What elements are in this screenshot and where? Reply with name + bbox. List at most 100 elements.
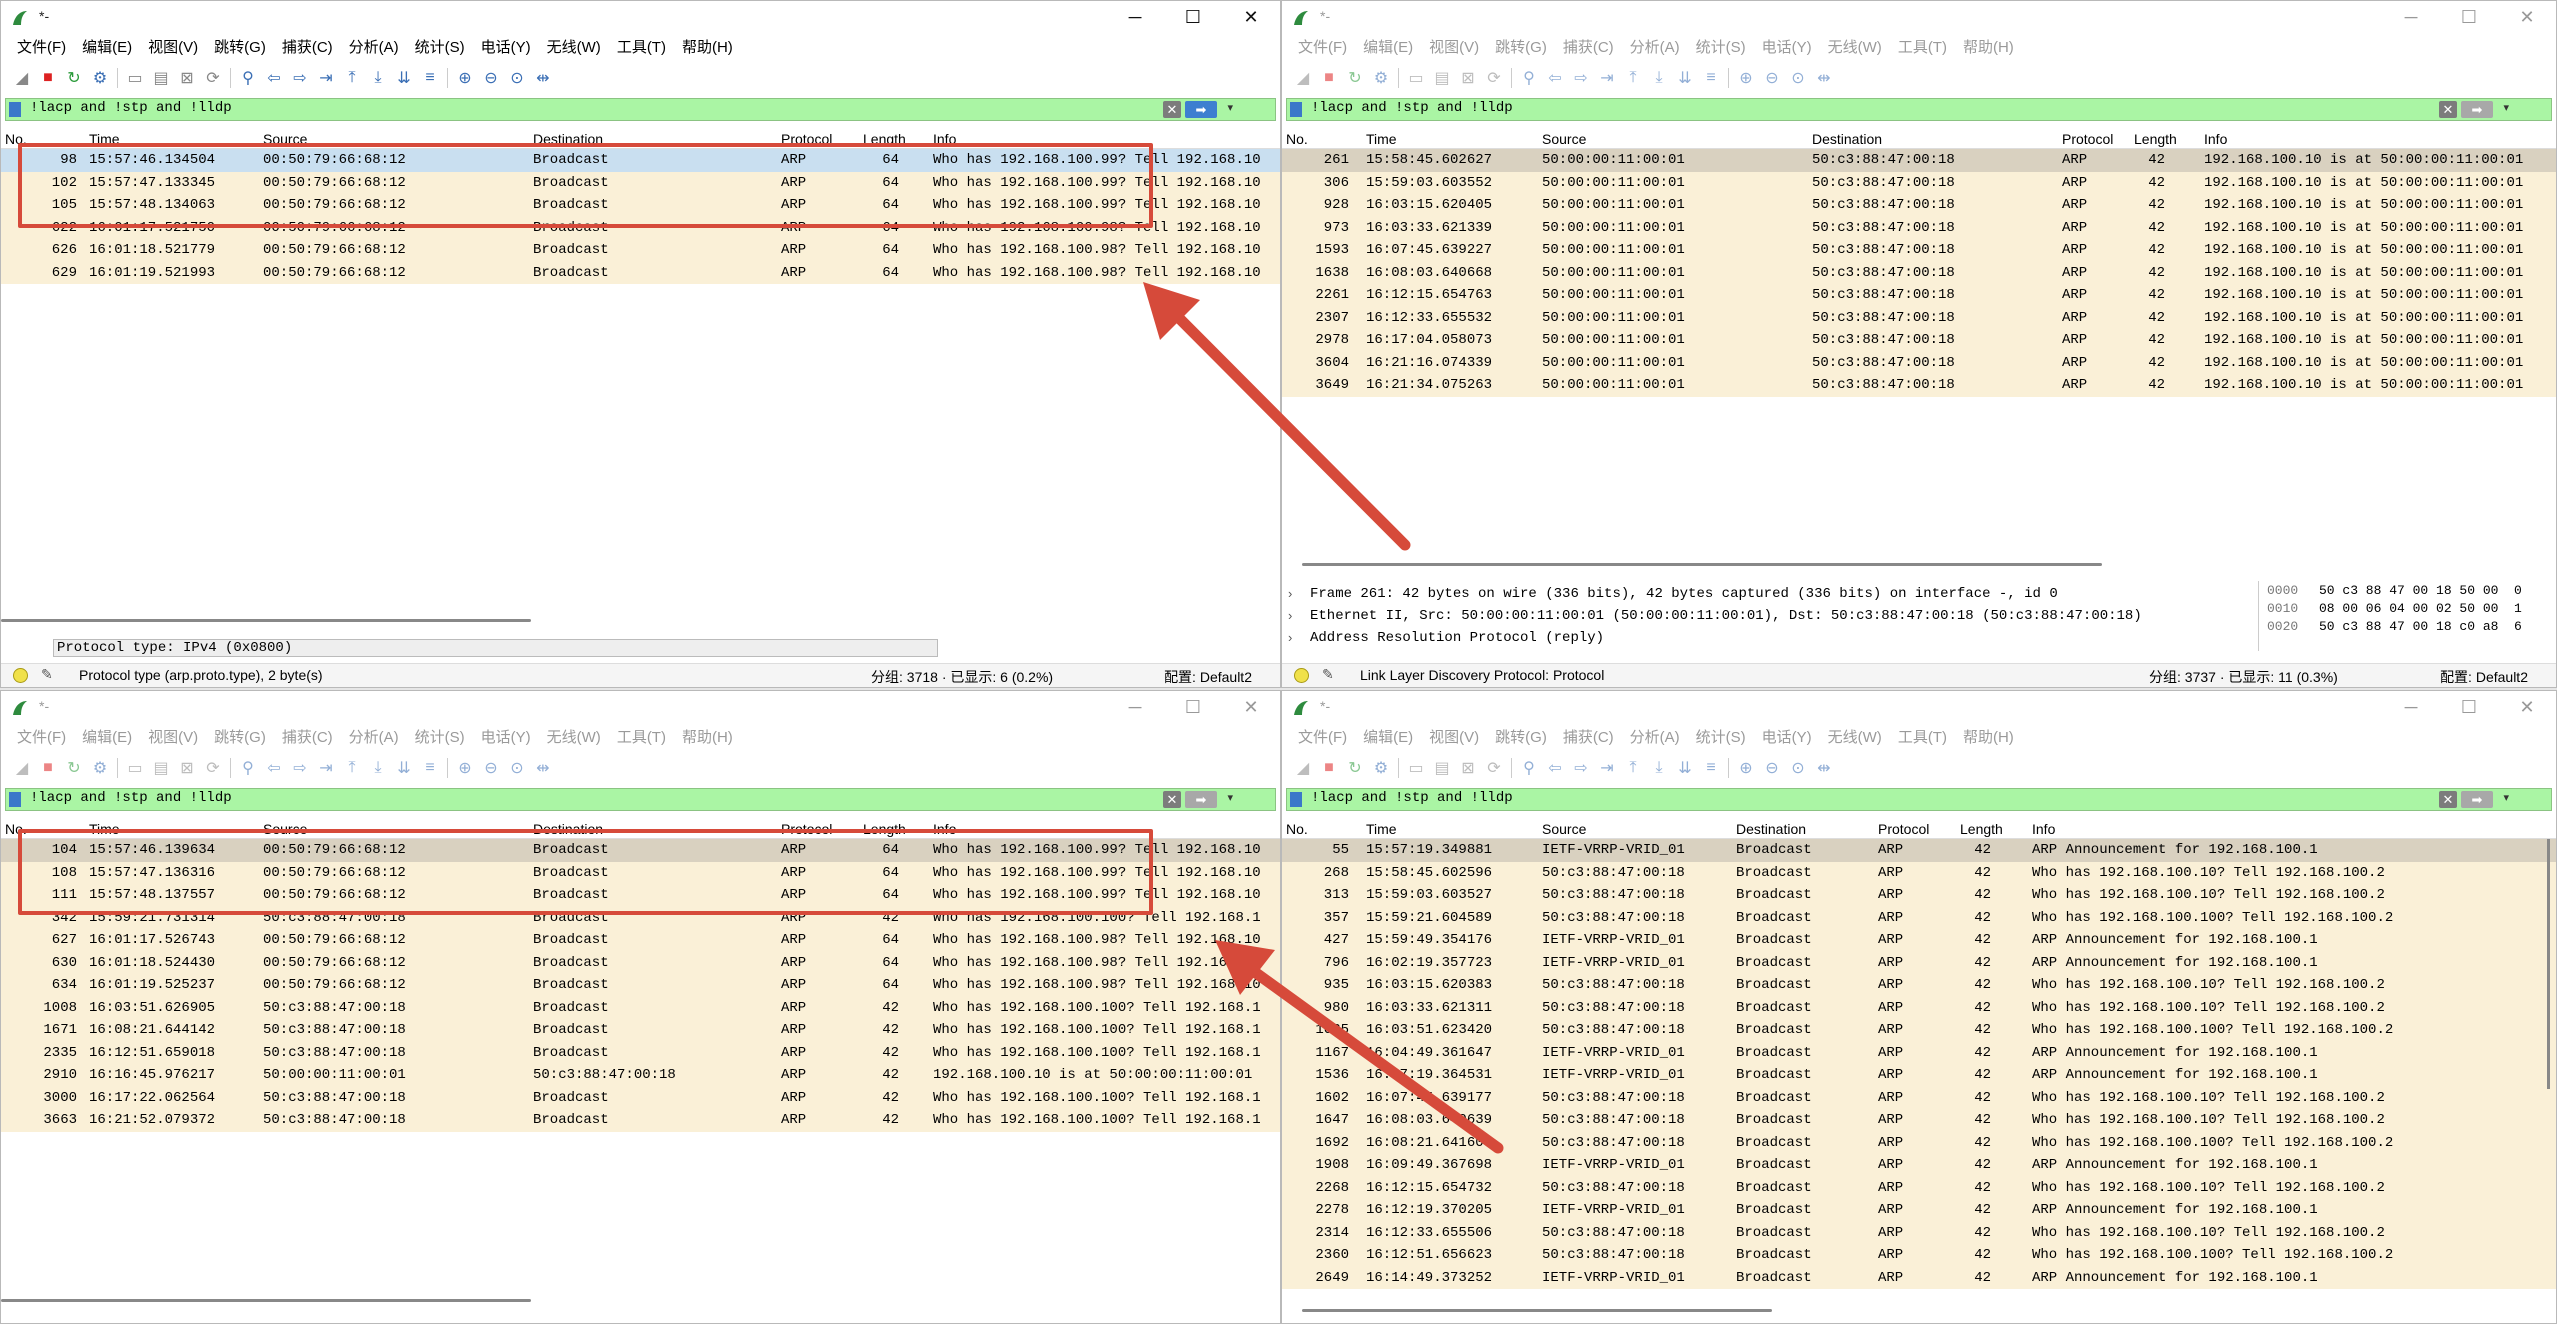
packet-row[interactable]: 626 16:01:18.521779 00:50:79:66:68:12 Broad… <box>1 239 1280 262</box>
menu-item[interactable]: 电话(Y) <box>1754 725 1820 749</box>
display-filter-bar[interactable]: !lacp and !stp and !lldp✕➡▾+ <box>1286 788 2552 811</box>
menu-item[interactable]: 文件(F) <box>1290 35 1355 59</box>
menu-item[interactable]: 帮助(H) <box>1955 725 2022 749</box>
filter-bookmark-icon[interactable] <box>1290 792 1302 807</box>
menu-item[interactable]: 统计(S) <box>407 725 473 749</box>
column-header[interactable]: Source <box>1542 131 1586 147</box>
packet-row[interactable]: 3663 16:21:52.079372 50:c3:88:47:00:18 Broa… <box>1 1109 1280 1132</box>
go-to-packet-icon[interactable]: ⇥ <box>1594 756 1620 780</box>
packet-row[interactable]: 2335 16:12:51.659018 50:c3:88:47:00:18 Broa… <box>1 1041 1280 1064</box>
capture-options-icon[interactable]: ⚙ <box>1368 66 1394 90</box>
packet-row[interactable]: 935 16:03:15.620383 50:c3:88:47:00:18 Broad… <box>1282 974 2556 997</box>
protocol-field-row[interactable]: Protocol type: IPv4 (0x0800) <box>53 639 938 657</box>
last-packet-icon[interactable]: ⤓ <box>365 66 391 90</box>
packet-row[interactable]: 2307 16:12:33.655532 50:00:00:11:00:01 50:c… <box>1282 306 2556 329</box>
packet-row[interactable]: 2360 16:12:51.656623 50:c3:88:47:00:18 Broa… <box>1282 1244 2556 1267</box>
maximize-button[interactable]: ☐ <box>1164 1 1222 33</box>
autoscroll-icon[interactable]: ⇊ <box>1672 66 1698 90</box>
filter-bookmark-icon[interactable] <box>1290 102 1302 117</box>
status-profile[interactable]: 配置: Default2 <box>2440 667 2528 687</box>
minimize-button[interactable]: ─ <box>2382 1 2440 33</box>
packet-row[interactable]: 1908 16:09:49.367698 IETF-VRRP-VRID_01 Broa… <box>1282 1154 2556 1177</box>
stop-capture-icon[interactable]: ■ <box>1316 66 1342 90</box>
menu-item[interactable]: 捕获(C) <box>274 725 341 749</box>
open-file-icon[interactable]: ▭ <box>122 66 148 90</box>
close-file-icon[interactable]: ⊠ <box>174 66 200 90</box>
menu-item[interactable]: 视图(V) <box>1421 725 1487 749</box>
go-forward-icon[interactable]: ⇨ <box>1568 66 1594 90</box>
zoom-in-icon[interactable]: ⊕ <box>1733 66 1759 90</box>
maximize-button[interactable]: ☐ <box>2440 1 2498 33</box>
apply-filter-button[interactable]: ➡ <box>2461 101 2493 118</box>
close-file-icon[interactable]: ⊠ <box>1455 756 1481 780</box>
colorize-icon[interactable]: ≡ <box>417 66 443 90</box>
menu-item[interactable]: 编辑(E) <box>1355 725 1421 749</box>
packet-row[interactable]: 3604 16:21:16.074339 50:00:00:11:00:01 50:c… <box>1282 351 2556 374</box>
apply-filter-button[interactable]: ➡ <box>1185 791 1217 808</box>
stop-capture-icon[interactable]: ■ <box>35 756 61 780</box>
autoscroll-icon[interactable]: ⇊ <box>391 66 417 90</box>
close-file-icon[interactable]: ⊠ <box>1455 66 1481 90</box>
reload-icon[interactable]: ⟳ <box>200 756 226 780</box>
menu-item[interactable]: 统计(S) <box>1688 725 1754 749</box>
packet-row[interactable]: 1671 16:08:21.644142 50:c3:88:47:00:18 Broa… <box>1 1019 1280 1042</box>
find-packet-icon[interactable]: ⚲ <box>235 66 261 90</box>
packet-row[interactable]: 2268 16:12:15.654732 50:c3:88:47:00:18 Broa… <box>1282 1176 2556 1199</box>
packet-row[interactable]: 1647 16:08:03.640639 50:c3:88:47:00:18 Broa… <box>1282 1109 2556 1132</box>
first-packet-icon[interactable]: ⤒ <box>1620 66 1646 90</box>
zoom-out-icon[interactable]: ⊖ <box>478 66 504 90</box>
menu-item[interactable]: 无线(W) <box>539 725 609 749</box>
packet-row[interactable]: 1025 16:03:51.623420 50:c3:88:47:00:18 Broa… <box>1282 1019 2556 1042</box>
packet-row[interactable]: 1167 16:04:49.361647 IETF-VRRP-VRID_01 Broa… <box>1282 1041 2556 1064</box>
restart-capture-icon[interactable]: ↻ <box>1342 66 1368 90</box>
find-packet-icon[interactable]: ⚲ <box>1516 66 1542 90</box>
minimize-button[interactable]: ─ <box>1106 691 1164 723</box>
column-header[interactable]: No. <box>1286 821 1308 837</box>
column-header[interactable]: Info <box>2204 131 2227 147</box>
packet-row[interactable]: 1008 16:03:51.626905 50:c3:88:47:00:18 Broa… <box>1 996 1280 1019</box>
resize-columns-icon[interactable]: ⇹ <box>1811 66 1837 90</box>
restart-capture-icon[interactable]: ↻ <box>61 66 87 90</box>
menu-item[interactable]: 编辑(E) <box>1355 35 1421 59</box>
restart-capture-icon[interactable]: ↻ <box>1342 756 1368 780</box>
packet-row[interactable]: 2278 16:12:19.370205 IETF-VRRP-VRID_01 Broa… <box>1282 1199 2556 1222</box>
last-packet-icon[interactable]: ⤓ <box>1646 756 1672 780</box>
open-file-icon[interactable]: ▭ <box>1403 756 1429 780</box>
capture-options-icon[interactable]: ⚙ <box>87 756 113 780</box>
shark-fin-icon[interactable]: ◢ <box>9 66 35 90</box>
go-back-icon[interactable]: ⇦ <box>261 756 287 780</box>
display-filter-bar[interactable]: !lacp and !stp and !lldp✕➡▾+ <box>5 98 1276 121</box>
filter-history-dropdown-icon[interactable]: ▾ <box>1227 791 1233 804</box>
colorize-icon[interactable]: ≡ <box>1698 66 1724 90</box>
maximize-button[interactable]: ☐ <box>2440 691 2498 723</box>
zoom-out-icon[interactable]: ⊖ <box>478 756 504 780</box>
packet-row[interactable]: 630 16:01:18.524430 00:50:79:66:68:12 Broad… <box>1 951 1280 974</box>
menu-item[interactable]: 视图(V) <box>140 725 206 749</box>
packet-row[interactable]: 629 16:01:19.521993 00:50:79:66:68:12 Broad… <box>1 261 1280 284</box>
resize-columns-icon[interactable]: ⇹ <box>530 66 556 90</box>
first-packet-icon[interactable]: ⤒ <box>339 756 365 780</box>
menu-item[interactable]: 编辑(E) <box>74 725 140 749</box>
detail-tree-item[interactable]: › Ethernet II, Src: 50:00:00:11:00:01 (50… <box>1282 605 2242 627</box>
autoscroll-icon[interactable]: ⇊ <box>391 756 417 780</box>
packet-row[interactable]: 55 15:57:19.349881 IETF-VRRP-VRID_01 Broadc… <box>1282 839 2556 862</box>
menu-item[interactable]: 工具(T) <box>609 725 674 749</box>
packet-row[interactable]: 2978 16:17:04.058073 50:00:00:11:00:01 50:c… <box>1282 329 2556 352</box>
column-header[interactable]: No. <box>1286 131 1308 147</box>
menu-item[interactable]: 分析(A) <box>341 725 407 749</box>
autoscroll-icon[interactable]: ⇊ <box>1672 756 1698 780</box>
menu-item[interactable]: 工具(T) <box>1890 725 1955 749</box>
menu-item[interactable]: 文件(F) <box>9 725 74 749</box>
menu-item[interactable]: 捕获(C) <box>274 35 341 59</box>
menu-item[interactable]: 视图(V) <box>140 35 206 59</box>
apply-filter-button[interactable]: ➡ <box>1185 101 1217 118</box>
menu-item[interactable]: 无线(W) <box>1820 35 1890 59</box>
menu-item[interactable]: 捕获(C) <box>1555 725 1622 749</box>
menu-item[interactable]: 跳转(G) <box>1487 35 1555 59</box>
capture-options-icon[interactable]: ⚙ <box>1368 756 1394 780</box>
clear-filter-icon[interactable]: ✕ <box>1163 101 1181 118</box>
menu-item[interactable]: 文件(F) <box>1290 725 1355 749</box>
display-filter-input[interactable]: !lacp and !stp and !lldp <box>30 790 232 806</box>
menu-item[interactable]: 无线(W) <box>1820 725 1890 749</box>
last-packet-icon[interactable]: ⤓ <box>365 756 391 780</box>
